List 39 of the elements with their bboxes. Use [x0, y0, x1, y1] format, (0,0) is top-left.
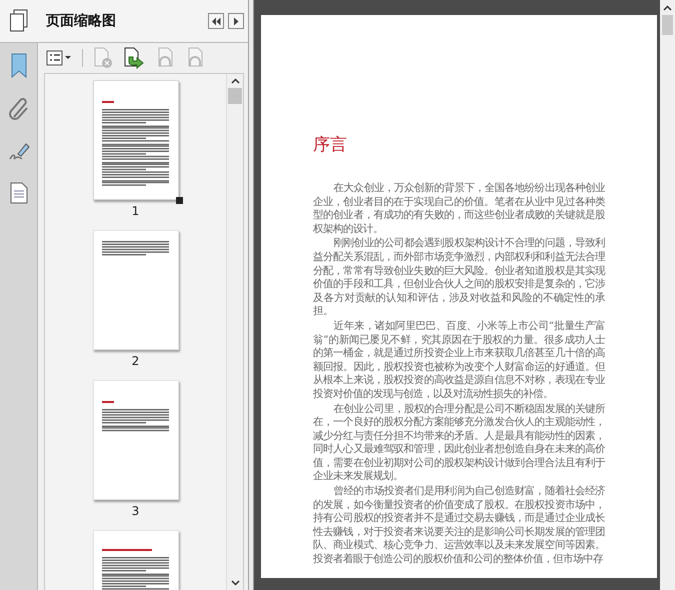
insert-page-icon [123, 47, 145, 69]
options-list-icon [46, 50, 72, 66]
body-paragraph: 在大众创业，万众创新的背景下，全国各地纷纷出现各种创业企业，创业者目的在于实现自己的价值。笔者在从业中见过各种类型的创业者，有成功的有失败的，而这些创业者成败的关键就是股权架构的设计。 [313, 182, 606, 236]
pages-icon [9, 9, 29, 33]
page-number: 3 [132, 504, 140, 518]
bookmark-icon [10, 53, 28, 79]
scrollbar[interactable] [226, 74, 243, 590]
page-preview-drawing [102, 241, 168, 256]
bookmarks-button[interactable] [10, 53, 28, 79]
page-preview-drawing [102, 401, 168, 432]
scroll-thumb[interactable] [228, 88, 242, 104]
body-paragraph: 在创业公司里，股权的合理分配是公司不断稳固发展的关键所在，一个良好的股权分配方案能够充分激发合伙人的主观能动性，减少分红与责任分担不均带来的矛盾。人是最具有能动性的因素，同时人心又最难驾驭和管理，因此创业者想创造自身在未来的高价值，需要在创业初期对公司的股权架构设计做到合理合法且有利于企业未来发展规划。 [313, 402, 606, 484]
page-number: 2 [132, 354, 140, 368]
scroll-thumb[interactable] [662, 15, 673, 35]
double-left-arrow-icon [211, 16, 221, 26]
document-icon [10, 182, 28, 204]
body-paragraph: 曾经的市场投资者们是用利润为自己创造财富，随着社会经济的发展，如今衡量投资者的价值变成了股权。在股权投资市场中，持有公司股权的投资者并不是通过交易去赚钱，而是通过企业成长性去赚钱，对于投资者来说要关注的是影响公司长期发展的管理团队、商业模式、核心竞争力、运营效率以及未来发展空间等因素。投资者着眼于创造公司的股权价值和公司的整体价值，但市场中存 [313, 485, 606, 567]
insert-page-button[interactable] [123, 47, 145, 69]
resize-handle[interactable] [176, 197, 182, 204]
body-paragraph: 刚刚创业的公司都会遇到股权架构设计不合理的问题，导致利益分配关系混乱，而外部市场竞争激烈，内部权利和利益无法合理分配，常常有导致创业失败的巨大风险。创业者知道股权是其实现价值的手段和工具，但创业合伙人之间的股权安排是复杂的，它涉及各方对贡献的认知和评估，涉及对收益和风险的不确定性的承担。 [313, 237, 606, 319]
page-number: 1 [132, 204, 140, 218]
page-thumbnail[interactable] [92, 380, 178, 500]
collapse-panel-button[interactable] [208, 13, 224, 29]
page-heading: 序言 [313, 134, 347, 156]
options-button[interactable] [46, 50, 72, 66]
layers-button[interactable] [10, 182, 28, 204]
expand-button[interactable] [228, 13, 244, 29]
body-paragraph: 近年来，诸如阿里巴巴、百度、小米等上市公司“批量生产富翁”的新闻已屡见不鲜，究其原因在于股权的力量。很多成功人士的第一桶金，就是通过所投资企业上市来获取几倍甚至几十倍的高额回报。因此，股权投资也被称为改变个人财富命运的好通道。但从根本上来说，股权投资的高收益是源自信息不对称，表现在专业投资对价值的发现与创造，以及对流动性损失的补偿。 [313, 320, 606, 402]
delete-page-icon [93, 47, 113, 69]
attachments-button[interactable] [8, 98, 30, 122]
page-preview-drawing [102, 549, 168, 590]
page-thumbnail[interactable] [92, 230, 178, 350]
panel-title: 页面缩略图 [46, 12, 117, 30]
right-arrow-icon [233, 16, 239, 26]
paperclip-icon [8, 98, 30, 122]
caret-down-icon [230, 580, 240, 586]
caret-up-icon [663, 4, 672, 10]
scrollbar[interactable] [660, 0, 675, 590]
caret-up-icon [230, 78, 240, 84]
